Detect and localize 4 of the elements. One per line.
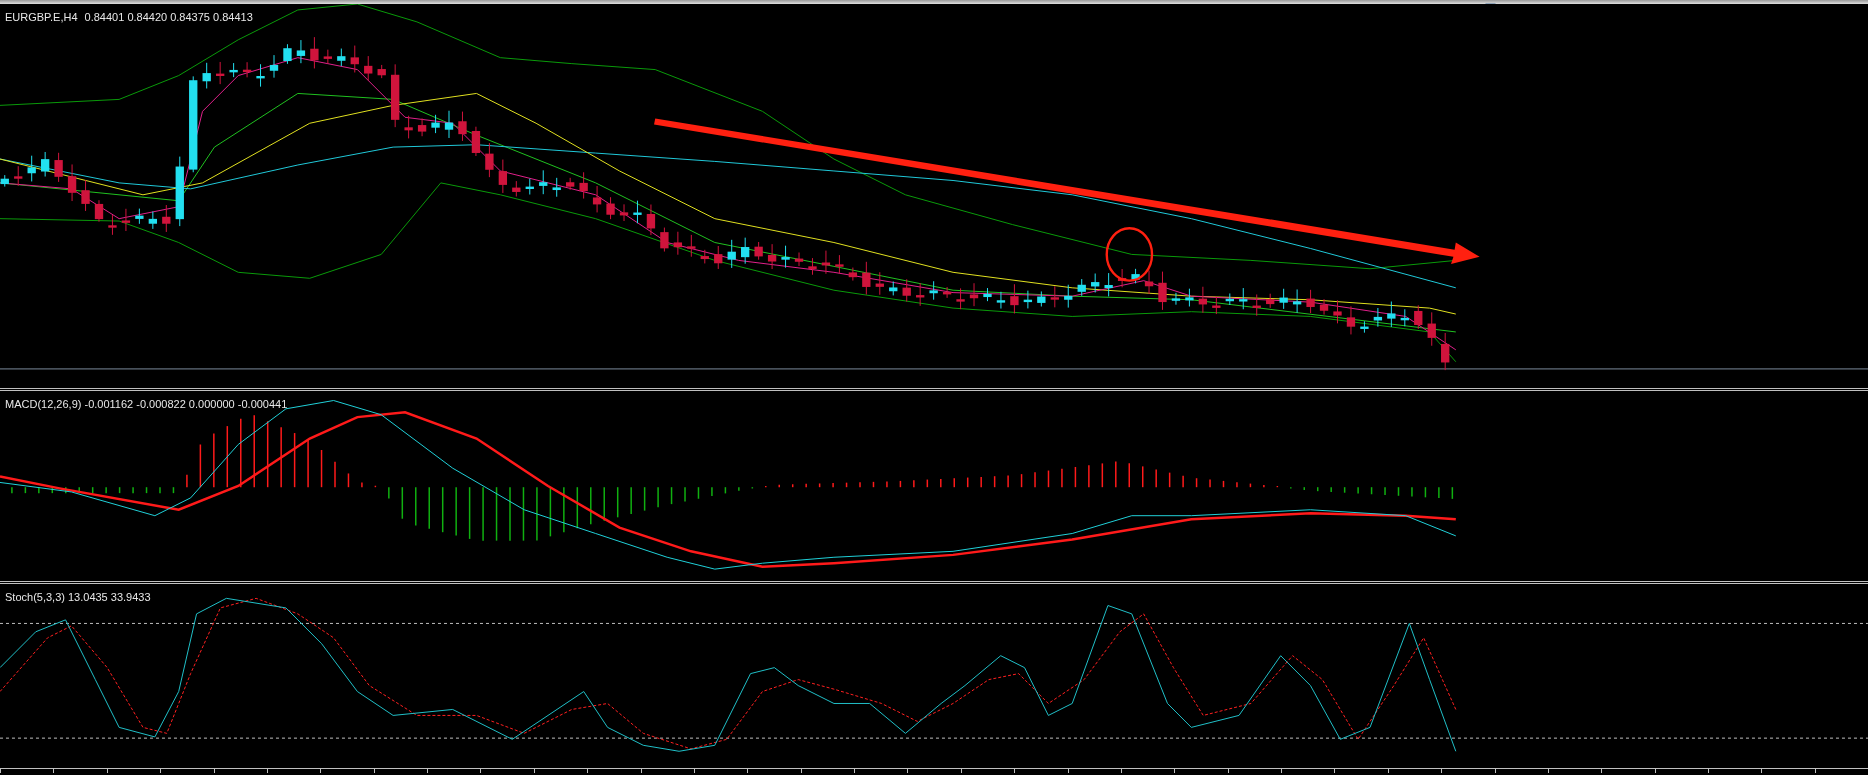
- macd-label: MACD(12,26,9) -0.001162 -0.000822 0.000000 -0.000441: [5, 397, 288, 412]
- stochastic-label: Stoch(5,3,3) 13.0435 33.9433: [5, 590, 151, 605]
- symbol-label: EURGBP.E,H4: [5, 10, 78, 25]
- ohlc-values: 0.84401 0.84420 0.84375 0.84413: [84, 10, 253, 25]
